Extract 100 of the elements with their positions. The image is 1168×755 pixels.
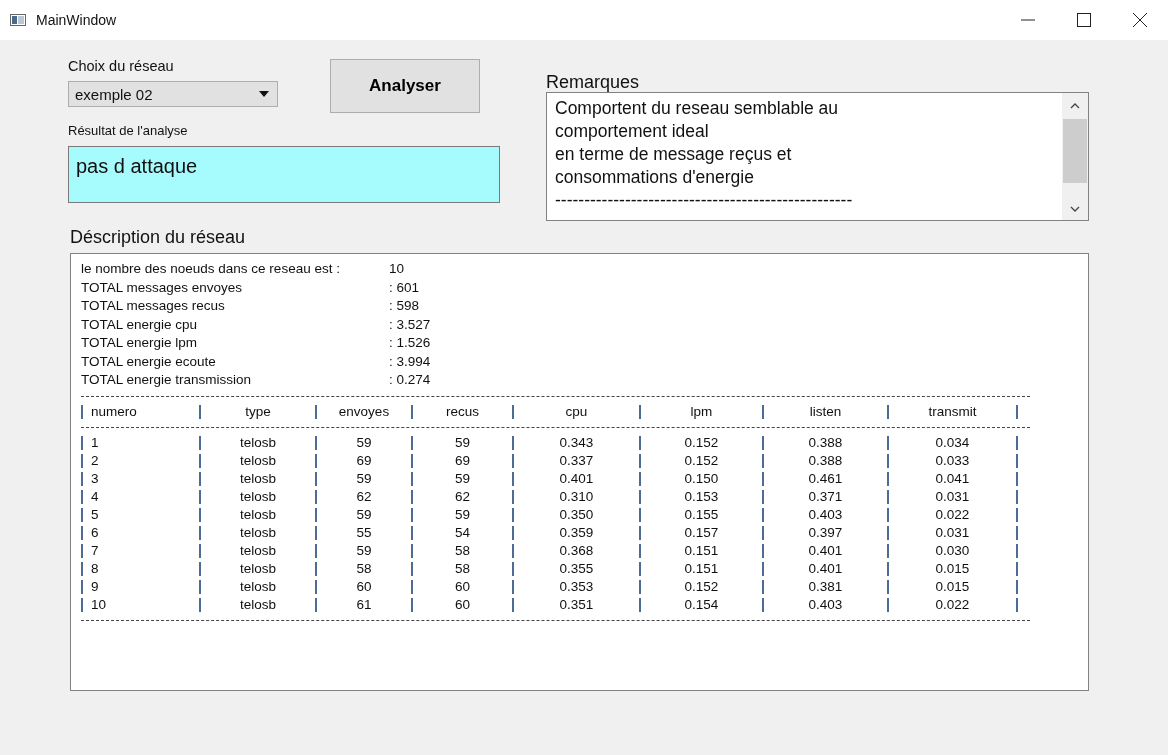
result-field[interactable]: pas d attaque bbox=[68, 146, 500, 203]
column-header: recus bbox=[446, 403, 479, 419]
table-cell: 58 bbox=[455, 560, 470, 576]
table-cell: 0.343 bbox=[559, 434, 594, 450]
remark-line: en terme de message reçus et bbox=[555, 143, 793, 166]
table-cell: 0.388 bbox=[808, 434, 843, 450]
table-cell: 0.310 bbox=[559, 488, 594, 504]
table-cell: 69 bbox=[455, 452, 470, 468]
table-cell: telosb bbox=[240, 578, 276, 594]
analyse-button[interactable]: Analyser bbox=[330, 59, 480, 113]
table-cell: 3 bbox=[91, 470, 99, 486]
table-cell: 5 bbox=[91, 506, 99, 522]
summary-value: : 1.526 bbox=[389, 334, 431, 352]
table-cell: 7 bbox=[91, 542, 99, 558]
table-cell: 60 bbox=[356, 578, 372, 594]
table-cell: 0.350 bbox=[559, 506, 594, 522]
summary-label: le nombre des noeuds dans ce reseau est : bbox=[81, 260, 341, 278]
table-cell: 0.152 bbox=[684, 434, 719, 450]
summary-value: : 3.527 bbox=[389, 315, 431, 334]
table-cell: telosb bbox=[240, 488, 276, 504]
table-cell: 8 bbox=[91, 560, 99, 576]
table-cell: 6 bbox=[91, 524, 99, 540]
table-cell: 9 bbox=[91, 578, 99, 594]
table-cell: telosb bbox=[240, 542, 276, 558]
table-cell: 0.150 bbox=[684, 470, 719, 486]
table-cell: 0.033 bbox=[935, 452, 970, 468]
scroll-up-icon[interactable] bbox=[1070, 103, 1080, 109]
network-select[interactable]: exemple 02 bbox=[68, 81, 278, 107]
scrollbar[interactable] bbox=[1062, 93, 1088, 220]
table-cell: 0.031 bbox=[935, 488, 970, 504]
table-cell: 60 bbox=[455, 578, 470, 594]
table-cell: 0.401 bbox=[808, 560, 843, 576]
table-cell: 2 bbox=[91, 452, 99, 468]
table-cell: 59 bbox=[356, 434, 372, 450]
column-header: envoyes bbox=[338, 403, 390, 419]
table-cell: 54 bbox=[455, 524, 470, 540]
scroll-thumb[interactable] bbox=[1063, 119, 1087, 183]
summary-label: TOTAL messages recus bbox=[81, 297, 226, 315]
table-cell: 0.153 bbox=[684, 488, 719, 504]
table-cell: telosb bbox=[240, 596, 276, 612]
summary-value: : 0.274 bbox=[389, 371, 431, 389]
remark-line: Comportent du reseau semblable au bbox=[555, 97, 840, 120]
table-cell: 0.034 bbox=[935, 434, 970, 450]
table-cell: 0.368 bbox=[559, 542, 594, 558]
table-cell: 59 bbox=[455, 470, 470, 486]
app-icon bbox=[10, 14, 26, 26]
table-cell: telosb bbox=[240, 470, 276, 486]
table-cell: 0.022 bbox=[935, 506, 970, 522]
remark-line: --------------------------------------------------- bbox=[555, 189, 854, 212]
table-cell: 61 bbox=[356, 596, 372, 612]
table-cell: 0.155 bbox=[684, 506, 719, 522]
table-cell: 55 bbox=[356, 524, 372, 540]
table-cell: telosb bbox=[240, 560, 276, 576]
table-cell: 0.401 bbox=[808, 542, 843, 558]
table-cell: 0.152 bbox=[684, 578, 719, 594]
table-cell: 0.381 bbox=[808, 578, 843, 594]
table-cell: 59 bbox=[455, 434, 470, 450]
table-cell: telosb bbox=[240, 452, 276, 468]
table-cell: telosb bbox=[240, 434, 276, 450]
table-cell: 0.353 bbox=[559, 578, 594, 594]
table-cell: 60 bbox=[455, 596, 470, 612]
column-header: transmit bbox=[928, 403, 977, 419]
summary-value: 10 bbox=[389, 260, 406, 278]
table-cell: 0.041 bbox=[935, 470, 970, 486]
column-header: listen bbox=[809, 403, 842, 419]
network-label: Choix du réseau bbox=[68, 58, 175, 74]
table-cell: 0.154 bbox=[684, 596, 719, 612]
table-cell: 59 bbox=[356, 542, 372, 558]
table-cell: 0.015 bbox=[935, 578, 970, 594]
table-cell: 0.152 bbox=[684, 452, 719, 468]
table-cell: 0.351 bbox=[559, 596, 594, 612]
table-cell: 10 bbox=[91, 596, 107, 612]
table-cell: telosb bbox=[240, 506, 276, 522]
table-cell: 59 bbox=[455, 506, 470, 522]
summary-label: TOTAL messages envoyes bbox=[81, 278, 244, 297]
table-cell: 0.030 bbox=[935, 542, 970, 558]
scroll-down-icon[interactable] bbox=[1070, 206, 1080, 212]
table-cell: 59 bbox=[356, 506, 372, 522]
table-cell: telosb bbox=[240, 524, 276, 540]
table-cell: 58 bbox=[356, 560, 372, 576]
description-label: Déscription du réseau bbox=[70, 227, 247, 247]
summary-value: : 3.994 bbox=[389, 352, 431, 371]
close-icon[interactable] bbox=[1132, 12, 1148, 28]
table-cell: 62 bbox=[455, 488, 470, 504]
table-cell: 0.157 bbox=[684, 524, 719, 540]
window-title: MainWindow bbox=[36, 12, 117, 28]
table-cell: 0.371 bbox=[808, 488, 843, 504]
table-cell: 62 bbox=[356, 488, 372, 504]
table-cell: 0.151 bbox=[684, 542, 719, 558]
table-cell: 0.151 bbox=[684, 560, 719, 576]
table-cell: 69 bbox=[356, 452, 372, 468]
table-cell: 0.355 bbox=[559, 560, 594, 576]
table-cell: 0.403 bbox=[808, 506, 843, 522]
table-cell: 0.401 bbox=[559, 470, 594, 486]
summary-label: TOTAL energie cpu bbox=[81, 315, 199, 334]
summary-label: TOTAL energie transmission bbox=[81, 371, 253, 389]
table-cell: 0.022 bbox=[935, 596, 970, 612]
maximize-icon[interactable] bbox=[1076, 12, 1092, 28]
remarks-box[interactable]: Comportent du reseau semblable au comportement ideal en terme de message reçus et consommations d'energie --------------------------------------------------- bbox=[546, 92, 1089, 221]
table-cell: 1 bbox=[91, 434, 99, 450]
